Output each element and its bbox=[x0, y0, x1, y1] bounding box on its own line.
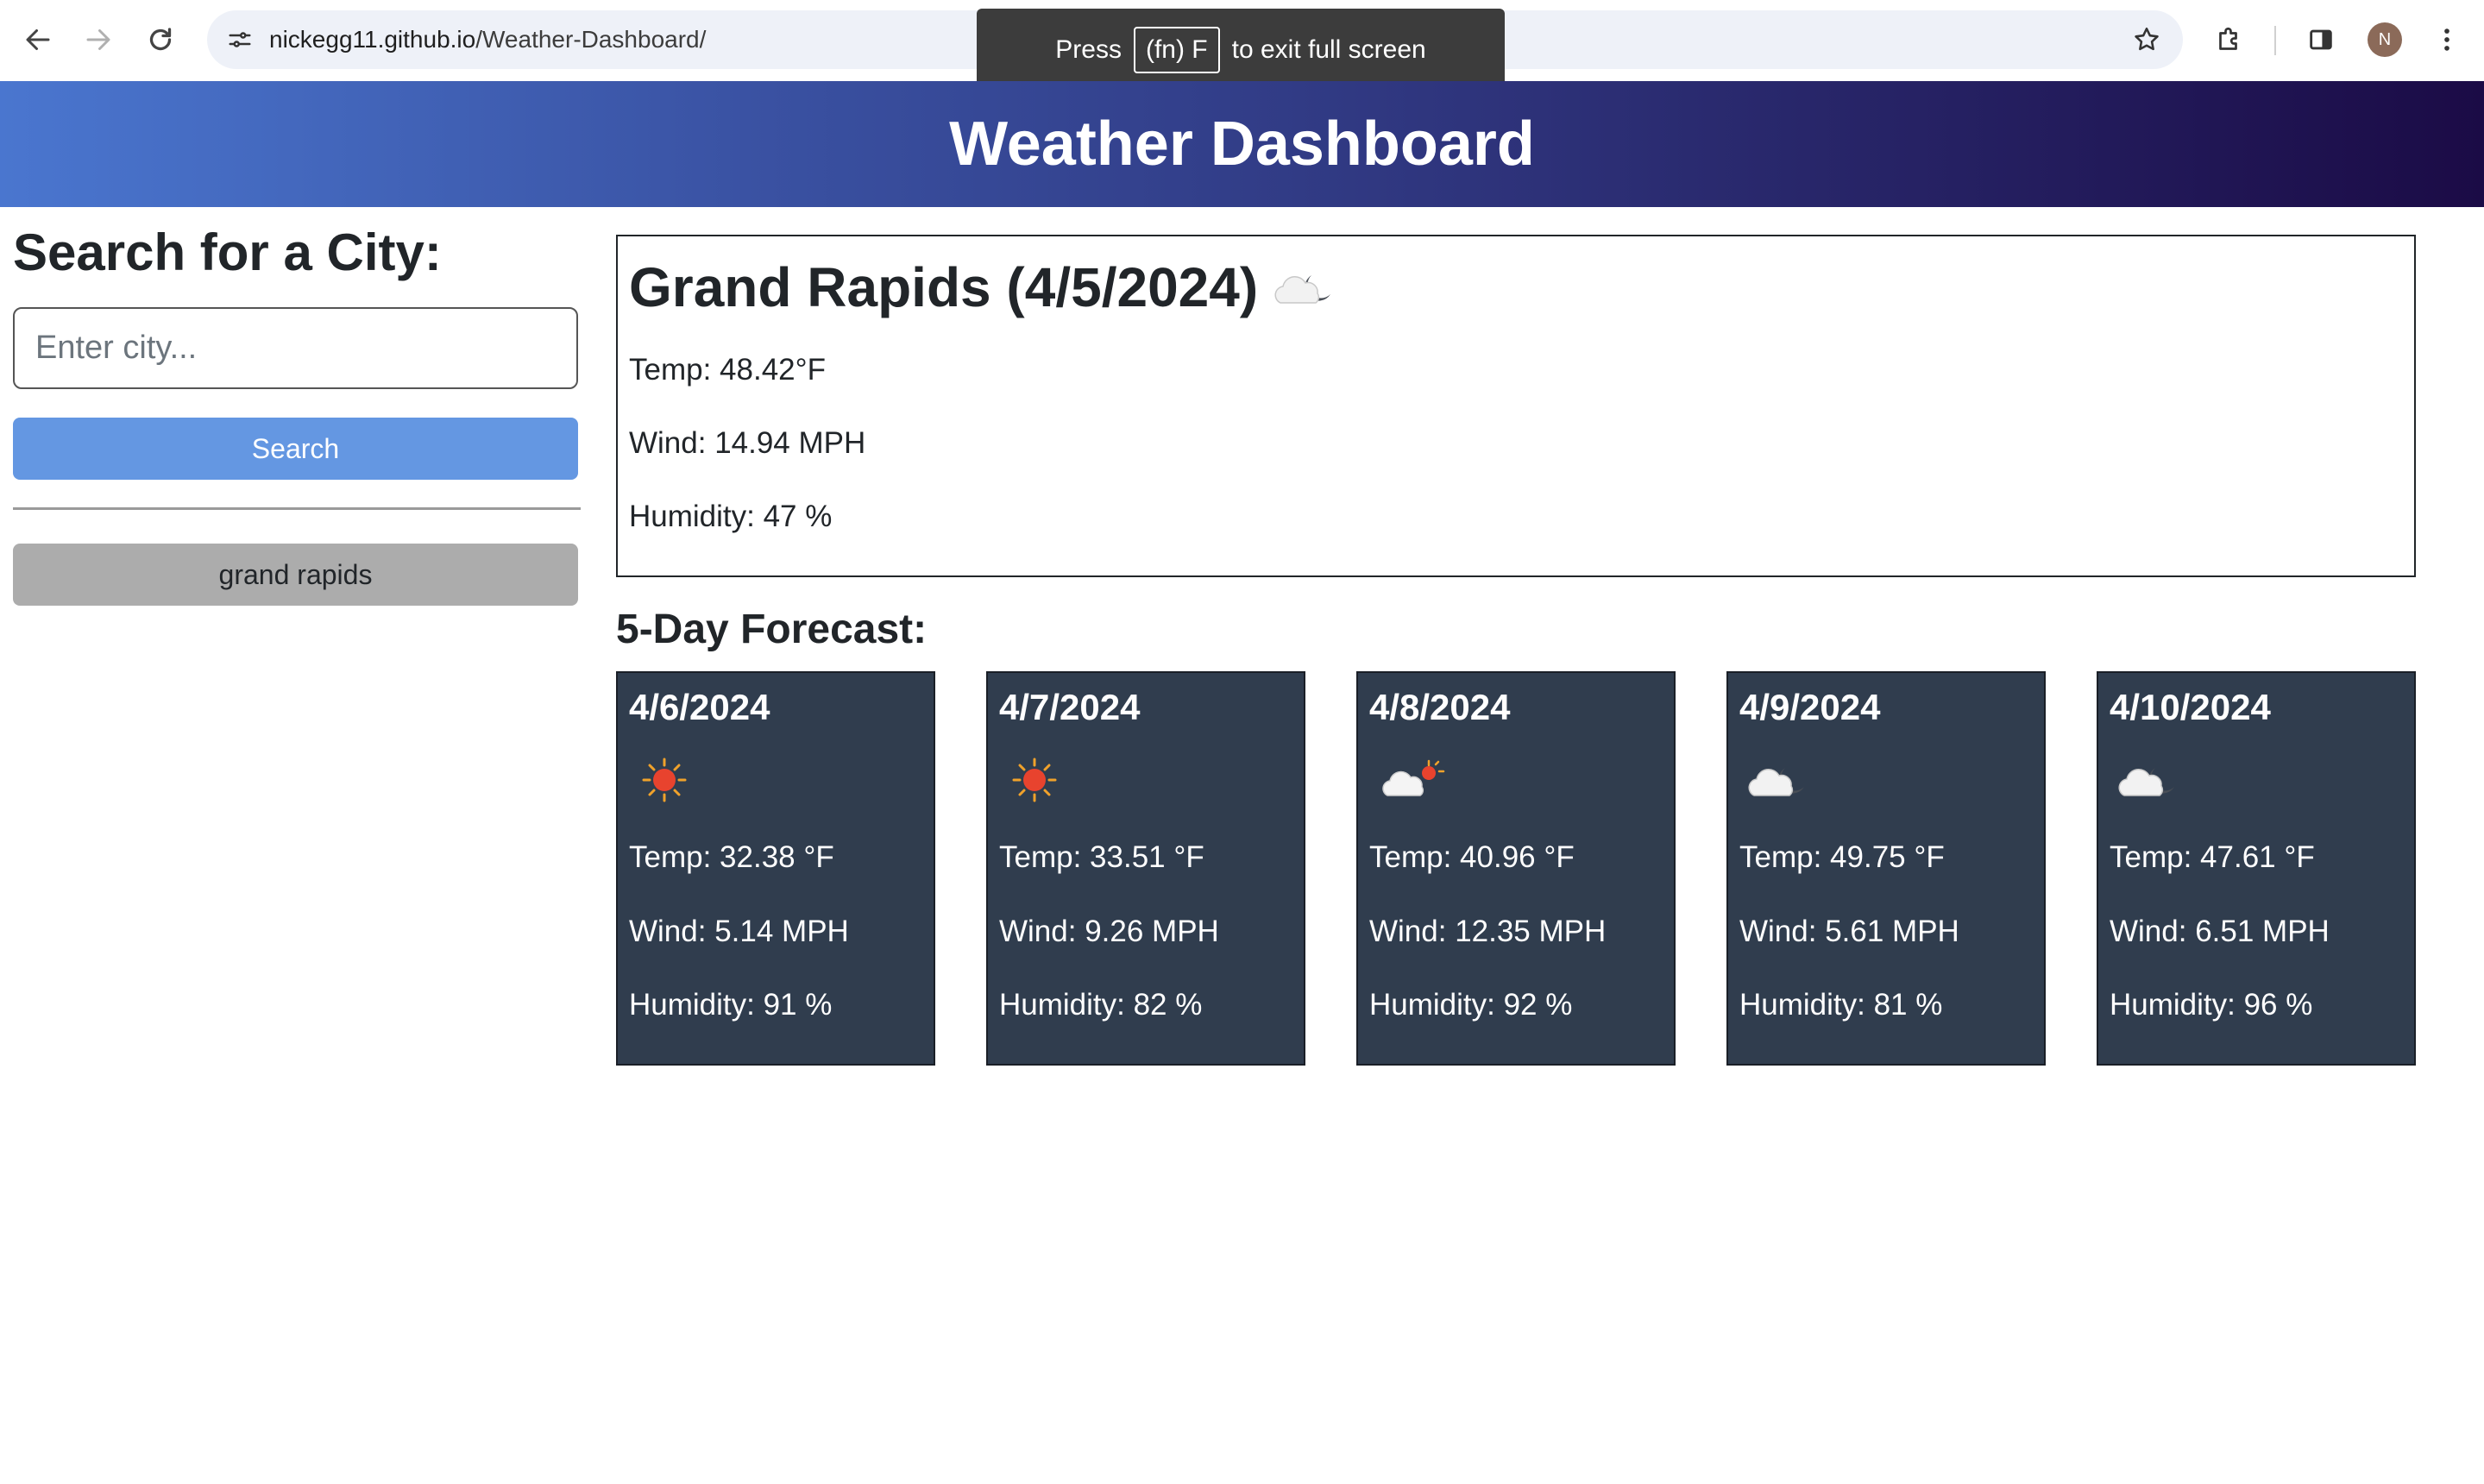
current-humidity: Humidity: 47 % bbox=[629, 500, 833, 533]
current-wind: Wind: 14.94 MPH bbox=[629, 426, 866, 460]
back-button[interactable] bbox=[16, 17, 60, 62]
forecast-temp: Temp: 32.38 °F bbox=[629, 840, 834, 874]
site-header: Weather Dashboard bbox=[0, 81, 2484, 207]
city-search-input[interactable] bbox=[13, 307, 578, 389]
forecast-date: 4/10/2024 bbox=[2110, 687, 2271, 727]
forecast-wind: Wind: 6.51 MPH bbox=[2110, 915, 2330, 948]
forecast-wind: Wind: 9.26 MPH bbox=[999, 915, 1219, 948]
search-heading: Search for a City: bbox=[13, 223, 442, 281]
side-panel-button[interactable] bbox=[2298, 17, 2343, 62]
forecast-wind: Wind: 12.35 MPH bbox=[1369, 915, 1607, 948]
browser-menu-button[interactable] bbox=[2424, 17, 2469, 62]
sun-icon bbox=[1010, 756, 1059, 808]
history-button-grand-rapids[interactable]: grand rapids bbox=[13, 544, 578, 606]
sun-icon bbox=[640, 756, 689, 808]
site-info-icon[interactable] bbox=[219, 19, 261, 60]
cloudy-night-icon bbox=[1272, 263, 1346, 311]
forecast-humidity: Humidity: 82 % bbox=[999, 988, 1203, 1022]
forecast-card: 4/10/2024 Temp: 47.61 °F Wind: 6.51 MPH … bbox=[2097, 671, 2416, 1066]
forecast-humidity: Humidity: 92 % bbox=[1369, 988, 1573, 1022]
forecast-humidity: Humidity: 96 % bbox=[2110, 988, 2313, 1022]
browser-toolbar: nickegg11.github.io/Weather-Dashboard/ N… bbox=[0, 0, 2484, 91]
reload-button[interactable] bbox=[138, 17, 183, 62]
forecast-temp: Temp: 49.75 °F bbox=[1739, 840, 1945, 874]
arrow-left-icon bbox=[26, 29, 50, 50]
toast-key: (fn) F bbox=[1133, 27, 1220, 73]
forecast-temp: Temp: 47.61 °F bbox=[2110, 840, 2315, 874]
search-button[interactable]: Search bbox=[13, 418, 578, 480]
page-title: Weather Dashboard bbox=[949, 110, 1535, 179]
kebab-menu-icon bbox=[2444, 28, 2449, 51]
forecast-date: 4/7/2024 bbox=[999, 687, 1141, 727]
cloudy-night-icon bbox=[2116, 756, 2190, 808]
forecast-card: 4/7/2024 Temp: 33.51 °F Wind: 9.26 MPH H… bbox=[986, 671, 1305, 1066]
forecast-heading: 5-Day Forecast: bbox=[616, 607, 928, 652]
sidebar-divider bbox=[13, 507, 581, 510]
forecast-wind: Wind: 5.61 MPH bbox=[1739, 915, 1959, 948]
partly-cloudy-icon bbox=[1380, 756, 1450, 808]
side-panel-icon bbox=[2310, 29, 2332, 50]
url-path: /Weather-Dashboard/ bbox=[475, 26, 707, 53]
forecast-wind: Wind: 5.14 MPH bbox=[629, 915, 849, 948]
extensions-button[interactable] bbox=[2207, 17, 2252, 62]
forecast-humidity: Humidity: 91 % bbox=[629, 988, 833, 1022]
forward-button[interactable] bbox=[76, 17, 121, 62]
forecast-date: 4/8/2024 bbox=[1369, 687, 1511, 727]
forecast-card: 4/8/2024 Temp: 40.96 °F Wind: 12.35 MPH … bbox=[1356, 671, 1676, 1066]
toast-prefix: Press bbox=[1055, 35, 1122, 64]
reload-icon bbox=[149, 28, 172, 51]
forecast-humidity: Humidity: 81 % bbox=[1739, 988, 1943, 1022]
forecast-card: 4/9/2024 Temp: 49.75 °F Wind: 5.61 MPH H… bbox=[1726, 671, 2046, 1066]
url-host: nickegg11.github.io bbox=[269, 26, 476, 53]
profile-avatar[interactable]: N bbox=[2368, 22, 2402, 57]
current-city-date: Grand Rapids (4/5/2024) bbox=[629, 256, 1259, 318]
toast-suffix: to exit full screen bbox=[1231, 35, 1426, 64]
current-weather-title: Grand Rapids (4/5/2024) bbox=[629, 255, 1346, 319]
forecast-date: 4/9/2024 bbox=[1739, 687, 1881, 727]
puzzle-icon bbox=[2219, 27, 2237, 50]
forecast-date: 4/6/2024 bbox=[629, 687, 770, 727]
toolbar-divider bbox=[2274, 26, 2276, 55]
bookmark-star-icon[interactable] bbox=[2128, 21, 2166, 59]
arrow-right-icon bbox=[86, 29, 110, 50]
current-weather-card: Grand Rapids (4/5/2024) Temp: 48.42°F Wi… bbox=[616, 235, 2416, 577]
forecast-card: 4/6/2024 Temp: 32.38 °F Wind: 5.14 MPH H… bbox=[616, 671, 935, 1066]
forecast-temp: Temp: 40.96 °F bbox=[1369, 840, 1575, 874]
cloudy-night-icon bbox=[1745, 756, 1820, 808]
url-text[interactable]: nickegg11.github.io/Weather-Dashboard/ bbox=[269, 10, 706, 69]
current-temp: Temp: 48.42°F bbox=[629, 353, 826, 387]
fullscreen-exit-toast: Press (fn) F to exit full screen bbox=[977, 9, 1505, 91]
forecast-temp: Temp: 33.51 °F bbox=[999, 840, 1204, 874]
